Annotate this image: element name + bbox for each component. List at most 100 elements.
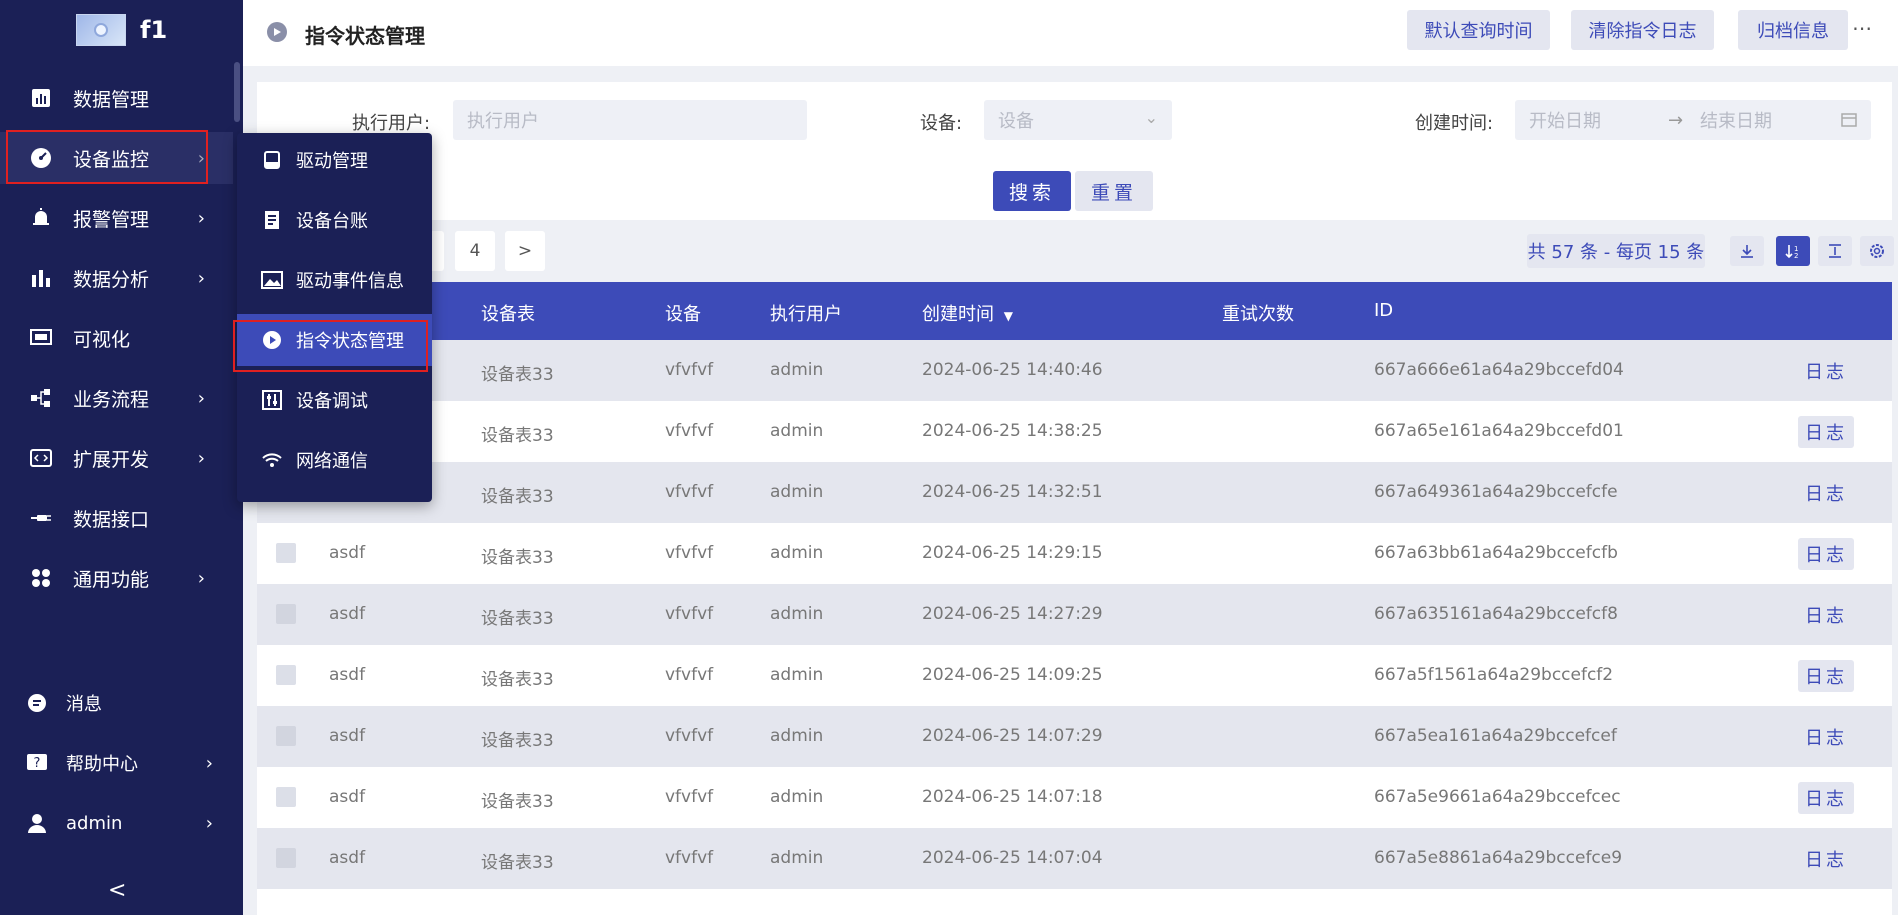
debug-icon (261, 389, 283, 411)
cell-name: asdf (329, 787, 366, 807)
chevron-down-icon: ⌄ (1144, 108, 1158, 127)
cell-device: vfvfvf (665, 787, 714, 807)
end-date-input[interactable]: 结束日期 (1700, 107, 1772, 133)
col-header-created-label: 创建时间 (922, 304, 994, 325)
submenu-item-debug[interactable]: 设备调试 (237, 374, 432, 426)
row-checkbox[interactable] (276, 848, 296, 868)
log-button[interactable]: 日志 (1798, 660, 1854, 692)
logo-image (76, 14, 126, 46)
wifi-icon (261, 449, 283, 471)
chevron-right-icon: › (197, 207, 205, 229)
sort-down-icon[interactable]: ▼ (1004, 309, 1013, 323)
submenu-item-network[interactable]: 网络通信 (237, 434, 432, 486)
cell-table: 设备表33 (481, 609, 554, 629)
sidebar-item-data-management[interactable]: 数据管理 (0, 72, 233, 124)
log-button[interactable]: 日志 (1798, 721, 1854, 753)
submenu-item-driver[interactable]: 驱动管理 (237, 134, 432, 186)
next-page-button[interactable]: > (505, 231, 545, 271)
table-row: asdf 设备表33 vfvfvf admin 2024-06-25 14:09… (257, 645, 1892, 706)
highlight-box (6, 130, 208, 184)
device-select[interactable]: 设备 ⌄ (984, 100, 1172, 140)
column-height-icon[interactable] (1818, 236, 1852, 266)
row-checkbox[interactable] (276, 726, 296, 746)
col-header-table[interactable]: 设备表 (481, 300, 535, 326)
sidebar-item-extension[interactable]: 扩展开发 › (0, 432, 233, 484)
command-status-table: 设备表 设备 执行用户 创建时间 ▼ 重试次数 ID 设备表33 vfvfvf … (257, 282, 1892, 915)
submenu-item-label: 设备台账 (296, 211, 368, 232)
sidebar-item-label: admin (66, 812, 123, 834)
sidebar-item-messages[interactable]: 消息 (0, 680, 233, 726)
table-row: asdf 设备表33 vfvfvf admin 2024-06-25 14:29… (257, 523, 1892, 584)
download-icon[interactable] (1730, 236, 1764, 266)
user-input[interactable]: 执行用户 (453, 100, 807, 140)
submenu-item-ledger[interactable]: 设备台账 (237, 194, 432, 246)
total-count: 共 57 条 - 每页 15 条 (1527, 234, 1705, 268)
user-label: 执行用户: (352, 113, 431, 134)
col-header-device[interactable]: 设备 (665, 300, 701, 326)
date-range-picker[interactable]: 开始日期 → 结束日期 (1515, 100, 1871, 140)
log-button[interactable]: 日志 (1798, 538, 1854, 570)
sidebar-item-data-interface[interactable]: 数据接口 (0, 492, 233, 544)
sidebar-item-help[interactable]: ? 帮助中心 › (0, 740, 233, 786)
col-header-retry[interactable]: 重试次数 (1222, 300, 1294, 326)
cell-name: asdf (329, 665, 366, 685)
row-checkbox[interactable] (276, 604, 296, 624)
row-checkbox[interactable] (276, 787, 296, 807)
col-header-created[interactable]: 创建时间 ▼ (922, 300, 1013, 326)
col-header-id[interactable]: ID (1374, 300, 1393, 321)
more-icon[interactable]: ⋯ (1852, 16, 1874, 40)
sidebar-item-alarm[interactable]: 报警管理 › (0, 192, 233, 244)
search-button[interactable]: 搜索 (993, 171, 1071, 211)
page-4-button[interactable]: 4 (455, 231, 495, 271)
sidebar-item-label: 扩展开发 (73, 448, 150, 471)
log-button[interactable]: 日志 (1798, 843, 1854, 875)
cell-user: admin (770, 848, 824, 868)
cell-name: asdf (329, 604, 366, 624)
device-label: 设备: (920, 113, 963, 134)
collapse-sidebar-button[interactable]: < (108, 878, 126, 903)
sidebar-item-label: 数据接口 (73, 508, 150, 531)
sidebar-item-user[interactable]: admin › (0, 800, 233, 846)
start-date-input[interactable]: 开始日期 (1529, 107, 1601, 133)
cell-user: admin (770, 726, 824, 746)
sort-icon[interactable]: 12 (1776, 236, 1810, 266)
range-arrow: → (1668, 109, 1684, 131)
log-button[interactable]: 日志 (1798, 599, 1854, 631)
reset-button[interactable]: 重置 (1075, 171, 1153, 211)
log-button[interactable]: 日志 (1798, 355, 1854, 387)
cell-table: 设备表33 (481, 426, 554, 446)
sidebar: f1 数据管理 设备监控 › 报警管理 › 数据分析 › 可视化 业务流程 › … (0, 0, 243, 915)
sidebar-scrollbar[interactable] (234, 62, 240, 122)
log-button[interactable]: 日志 (1798, 782, 1854, 814)
settings-gear-icon[interactable] (1860, 236, 1894, 266)
row-checkbox[interactable] (276, 543, 296, 563)
submenu-item-label: 驱动管理 (296, 151, 368, 172)
cell-user: admin (770, 665, 824, 685)
cell-created: 2024-06-25 14:07:04 (922, 848, 1103, 868)
cell-created: 2024-06-25 14:32:51 (922, 482, 1103, 502)
log-button[interactable]: 日志 (1798, 477, 1854, 509)
cell-table: 设备表33 (481, 365, 554, 385)
default-query-time-button[interactable]: 默认查询时间 (1407, 10, 1550, 50)
submenu-item-driver-events[interactable]: 驱动事件信息 (237, 254, 432, 306)
sidebar-item-workflow[interactable]: 业务流程 › (0, 372, 233, 424)
cell-table: 设备表33 (481, 853, 554, 873)
cell-created: 2024-06-25 14:27:29 (922, 604, 1103, 624)
cell-id: 667a63bb61a64a29bccefcfb (1374, 543, 1618, 563)
cell-user: admin (770, 482, 824, 502)
archive-info-button[interactable]: 归档信息 (1738, 10, 1848, 50)
sidebar-item-common[interactable]: 通用功能 › (0, 552, 233, 604)
log-button[interactable]: 日志 (1798, 416, 1854, 448)
col-header-user[interactable]: 执行用户 (770, 300, 842, 326)
cell-device: vfvfvf (665, 360, 714, 380)
clear-command-log-button[interactable]: 清除指令日志 (1571, 10, 1714, 50)
cell-created: 2024-06-25 14:40:46 (922, 360, 1103, 380)
table-row: asdf 设备表33 vfvfvf admin 2024-06-25 14:07… (257, 828, 1892, 889)
sidebar-item-visualization[interactable]: 可视化 (0, 312, 233, 364)
row-checkbox[interactable] (276, 665, 296, 685)
plug-icon (30, 507, 52, 529)
submenu-item-label: 网络通信 (296, 451, 368, 472)
sidebar-item-analysis[interactable]: 数据分析 › (0, 252, 233, 304)
svg-text:?: ? (34, 756, 41, 771)
table-row: asdf 设备表33 vfvfvf admin 2024-06-25 14:07… (257, 767, 1892, 828)
